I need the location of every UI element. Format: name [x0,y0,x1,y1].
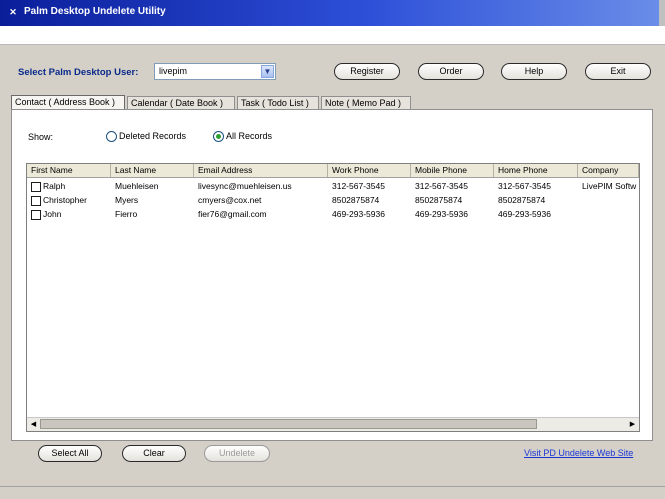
radio-unselected-icon [106,131,117,143]
cell-last-name: Myers [115,195,139,205]
cell-first-name: Ralph [43,181,66,191]
cell-company [578,207,639,221]
cell-email: livesync@muehleisen.us [198,181,292,191]
column-header-last-name[interactable]: Last Name [111,164,194,177]
column-header-home-phone[interactable]: Home Phone [494,164,578,177]
radio-selected-icon [213,131,224,143]
records-table[interactable]: First Name Last Name Email Address Work … [26,163,640,432]
table-row[interactable]: Christopher Myers cmyers@cox.net 8502875… [27,193,639,207]
cell-email: fier76@gmail.com [198,209,267,219]
user-select-combo[interactable]: livepim ▼ [154,63,276,80]
table-header: First Name Last Name Email Address Work … [27,164,639,178]
all-records-label: All Records [226,131,273,141]
scroll-left-icon[interactable]: ◀ [28,419,39,430]
cell-home-phone: 312-567-3545 [498,181,551,191]
cell-email: cmyers@cox.net [198,195,262,205]
scroll-right-icon[interactable]: ▶ [627,419,638,430]
cell-mobile-phone: 312-567-3545 [415,181,468,191]
table-row[interactable]: John Fierro fier76@gmail.com 469-293-593… [27,207,639,221]
app-icon[interactable]: ✕ [8,7,18,17]
website-link[interactable]: Visit PD Undelete Web Site [524,448,633,458]
order-button[interactable]: Order [418,63,484,80]
horizontal-scrollbar[interactable]: ◀ ▶ [27,417,639,431]
tab-task[interactable]: Task ( Todo List ) [237,96,319,109]
tab-contact[interactable]: Contact ( Address Book ) [11,95,125,110]
column-header-email[interactable]: Email Address [194,164,328,177]
title-bar-edge [659,0,665,26]
cell-first-name: Christopher [43,195,87,205]
scrollbar-thumb[interactable] [40,419,537,429]
cell-work-phone: 469-293-5936 [332,209,385,219]
cell-last-name: Muehleisen [115,181,159,191]
cell-company: LivePIM Softw [582,181,637,191]
chevron-down-icon[interactable]: ▼ [261,65,274,78]
cell-mobile-phone: 469-293-5936 [415,209,468,219]
user-select-label: Select Palm Desktop User: [18,67,139,78]
column-header-work-phone[interactable]: Work Phone [328,164,411,177]
cell-last-name: Fierro [115,209,138,219]
column-header-company[interactable]: Company [578,164,639,177]
help-button[interactable]: Help [501,63,567,80]
cell-home-phone: 8502875874 [498,195,546,205]
show-label: Show: [28,132,54,142]
table-row[interactable]: Ralph Muehleisen livesync@muehleisen.us … [27,179,639,193]
tab-note[interactable]: Note ( Memo Pad ) [321,96,411,109]
deleted-records-radio[interactable]: Deleted Records [106,131,187,143]
undelete-button[interactable]: Undelete [204,445,270,462]
select-all-button[interactable]: Select All [38,445,102,462]
cell-home-phone: 469-293-5936 [498,209,551,219]
all-records-radio[interactable]: All Records [213,131,273,143]
status-bar [0,486,665,499]
cell-first-name: John [43,209,62,219]
cell-mobile-phone: 8502875874 [415,195,463,205]
title-bar: ✕ Palm Desktop Undelete Utility [0,0,665,26]
cell-company [578,193,639,207]
window-title: Palm Desktop Undelete Utility [24,6,166,17]
main-area: Select Palm Desktop User: livepim ▼ Regi… [4,45,661,485]
menu-band [0,26,665,45]
cell-work-phone: 312-567-3545 [332,181,385,191]
tab-calendar[interactable]: Calendar ( Date Book ) [127,96,235,109]
deleted-records-label: Deleted Records [119,131,187,141]
column-header-first-name[interactable]: First Name [27,164,111,177]
column-header-mobile-phone[interactable]: Mobile Phone [411,164,494,177]
user-select-value: livepim [159,66,188,76]
clear-button[interactable]: Clear [122,445,186,462]
cell-work-phone: 8502875874 [332,195,380,205]
register-button[interactable]: Register [334,63,400,80]
exit-button[interactable]: Exit [585,63,651,80]
